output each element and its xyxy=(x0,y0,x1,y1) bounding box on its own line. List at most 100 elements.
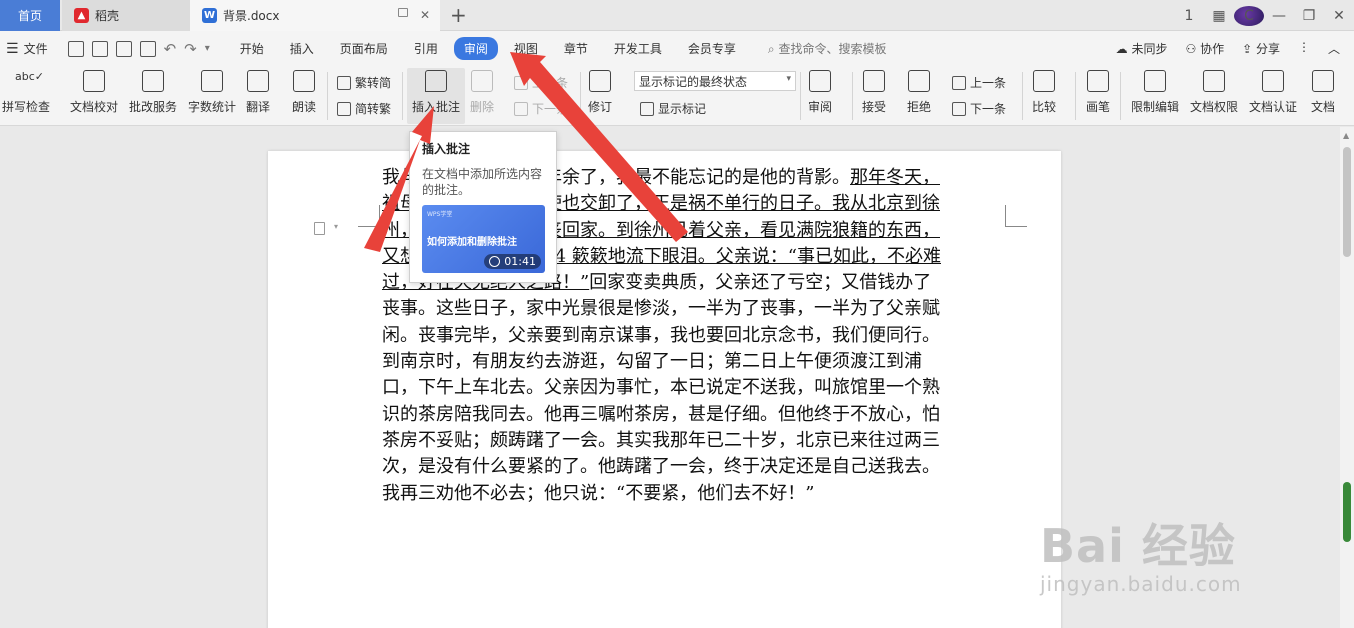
shield-doc-icon xyxy=(1262,70,1284,92)
avatar[interactable]: C xyxy=(1234,5,1264,26)
word-count-button[interactable]: 字数统计 xyxy=(188,70,236,115)
compare-button[interactable]: 比较 xyxy=(1032,70,1056,115)
prev-change-button[interactable]: 上一条 xyxy=(952,74,1006,91)
close-tab-icon[interactable]: ✕ xyxy=(420,8,430,22)
doc-permission-button[interactable]: 文档权限 xyxy=(1190,70,1238,115)
word-count-icon xyxy=(201,70,223,92)
doc-more-button[interactable]: 文档 xyxy=(1311,70,1335,115)
divider xyxy=(800,72,801,120)
simp-trad-icon xyxy=(337,101,351,116)
delete-comment-icon xyxy=(471,70,493,92)
hamburger-icon: ☰ xyxy=(6,40,19,57)
reject-icon xyxy=(908,70,930,92)
minimize-button[interactable]: — xyxy=(1264,8,1294,24)
revise-icon xyxy=(589,70,611,92)
tab-developer[interactable]: 开发工具 xyxy=(604,37,672,60)
permission-icon xyxy=(1203,70,1225,92)
translate-button[interactable]: 翻译 xyxy=(246,70,270,115)
export-pdf-icon[interactable] xyxy=(91,40,108,57)
tab-review[interactable]: 审阅 xyxy=(453,37,498,60)
layout-icon[interactable]: 1 xyxy=(1174,8,1204,24)
simp-to-trad-button[interactable]: 简转繁 xyxy=(337,100,391,117)
divider xyxy=(852,72,853,120)
tab-insert[interactable]: 插入 xyxy=(280,37,324,60)
tab-references[interactable]: 引用 xyxy=(404,37,448,60)
vertical-scrollbar[interactable]: ▲ xyxy=(1340,127,1354,628)
show-markup-icon xyxy=(640,101,654,116)
close-window-button[interactable]: ✕ xyxy=(1324,8,1354,24)
search-placeholder: 查找命令、搜索模板 xyxy=(778,42,887,56)
reject-button[interactable]: 拒绝 xyxy=(907,70,931,115)
save-icon[interactable] xyxy=(67,40,84,57)
doc-line: 茶房不妥贴；颇踌躇了一会。其实我那年已二十岁，北京已来往过两三 xyxy=(382,429,940,451)
tab-member[interactable]: 会员专享 xyxy=(678,37,746,60)
sync-button[interactable]: ☁ 未同步 xyxy=(1116,40,1168,57)
accept-icon xyxy=(863,70,885,92)
revise-button[interactable]: 修订 xyxy=(588,70,612,115)
read-aloud-button[interactable]: 朗读 xyxy=(292,70,316,115)
tab-start[interactable]: 开始 xyxy=(230,37,274,60)
ribbon-review: abc✓ 拼写检查 文档校对 批改服务 字数统计 翻译 朗读 繁转简 简转繁 插… xyxy=(0,66,1354,126)
crop-mark-right xyxy=(1005,205,1027,227)
delete-comment-button[interactable]: 删除 xyxy=(470,70,494,115)
tutorial-video-thumbnail[interactable]: WPS学堂 如何添加和删除批注 01:41 xyxy=(422,205,545,273)
tab-home[interactable]: 首页 xyxy=(0,0,60,31)
share-button[interactable]: ⇪ 分享 xyxy=(1242,40,1280,57)
chevron-down-icon[interactable]: ▾ xyxy=(205,43,210,54)
spell-check-button[interactable]: abc✓ 拼写检查 xyxy=(2,70,50,115)
prev-comment-button[interactable]: 上一条 xyxy=(514,74,568,91)
right-menu: ☁ 未同步 ⚇ 协作 ⇪ 分享 ⋮ ︿ xyxy=(1116,40,1340,57)
watermark-url: jingyan.baidu.com xyxy=(1040,572,1242,596)
scroll-position-marker xyxy=(1343,482,1351,542)
undo-icon[interactable]: ↶ xyxy=(164,40,177,58)
markup-display-select[interactable]: 显示标记的最终状态 ▾ xyxy=(634,71,796,91)
insert-comment-tooltip: 插入批注 在文档中添加所选内容的批注。 WPS学堂 如何添加和删除批注 01:4… xyxy=(409,131,557,283)
more-icon[interactable]: ⋮ xyxy=(1298,40,1310,57)
new-tab-button[interactable]: + xyxy=(450,3,467,27)
trad-to-simp-button[interactable]: 繁转简 xyxy=(337,74,391,91)
tab-section[interactable]: 章节 xyxy=(554,37,598,60)
spell-check-icon: abc✓ xyxy=(15,70,44,83)
doc-line: 次，是没有什么要紧的了。他踌躇了一会，终于决定还是自己送我去。 xyxy=(382,456,940,478)
accept-button[interactable]: 接受 xyxy=(862,70,886,115)
chevron-down-icon[interactable]: ▾ xyxy=(334,222,338,231)
collaborate-button[interactable]: ⚇ 协作 xyxy=(1186,40,1225,57)
tab-page-layout[interactable]: 页面布局 xyxy=(330,37,398,60)
tab-label: 背景.docx xyxy=(223,9,280,23)
divider xyxy=(402,72,403,120)
doc-more-icon xyxy=(1312,70,1334,92)
collapse-ribbon-icon[interactable]: ︿ xyxy=(1328,40,1340,57)
ink-button[interactable]: 画笔 xyxy=(1086,70,1110,115)
insert-comment-button[interactable]: 插入批注 xyxy=(407,68,465,124)
correction-service-button[interactable]: 批改服务 xyxy=(129,70,177,115)
apps-grid-icon[interactable]: ▦ xyxy=(1204,8,1234,24)
doc-proof-icon xyxy=(83,70,105,92)
doc-proof-button[interactable]: 文档校对 xyxy=(70,70,118,115)
tab-view[interactable]: 视图 xyxy=(504,37,548,60)
next-change-button[interactable]: 下一条 xyxy=(952,100,1006,117)
float-window-icon[interactable] xyxy=(398,8,408,17)
review-pane-button[interactable]: 审阅 xyxy=(808,70,832,115)
tab-docer[interactable]: ▲ 稻壳 xyxy=(62,0,190,31)
pen-icon xyxy=(1087,70,1109,92)
restore-button[interactable]: ❐ xyxy=(1294,8,1324,24)
read-aloud-icon xyxy=(293,70,315,92)
file-menu[interactable]: ☰ 文件 xyxy=(6,40,48,57)
scrollbar-thumb[interactable] xyxy=(1343,147,1351,257)
command-search[interactable]: ⌕ 查找命令、搜索模板 xyxy=(768,40,887,57)
paragraph-menu-icon[interactable] xyxy=(314,222,325,235)
redo-icon[interactable]: ↷ xyxy=(184,40,197,58)
print-preview-icon[interactable] xyxy=(139,40,156,57)
next-comment-button[interactable]: 下一条 xyxy=(514,100,568,117)
search-icon: ⌕ xyxy=(767,42,775,56)
prev-change-icon xyxy=(952,75,966,90)
show-markup-button[interactable]: 显示标记 xyxy=(640,100,706,117)
scroll-up-icon[interactable]: ▲ xyxy=(1343,131,1349,140)
divider xyxy=(580,72,581,120)
doc-line: 识的茶房陪我同去。他再三嘱咐茶房，甚是仔细。但他终于不放心，怕 xyxy=(382,403,940,425)
print-icon[interactable] xyxy=(115,40,132,57)
crop-mark-left xyxy=(358,205,380,227)
doc-cert-button[interactable]: 文档认证 xyxy=(1249,70,1297,115)
restrict-edit-button[interactable]: 限制编辑 xyxy=(1131,70,1179,115)
tab-document[interactable]: W 背景.docx ✕ xyxy=(190,0,440,31)
